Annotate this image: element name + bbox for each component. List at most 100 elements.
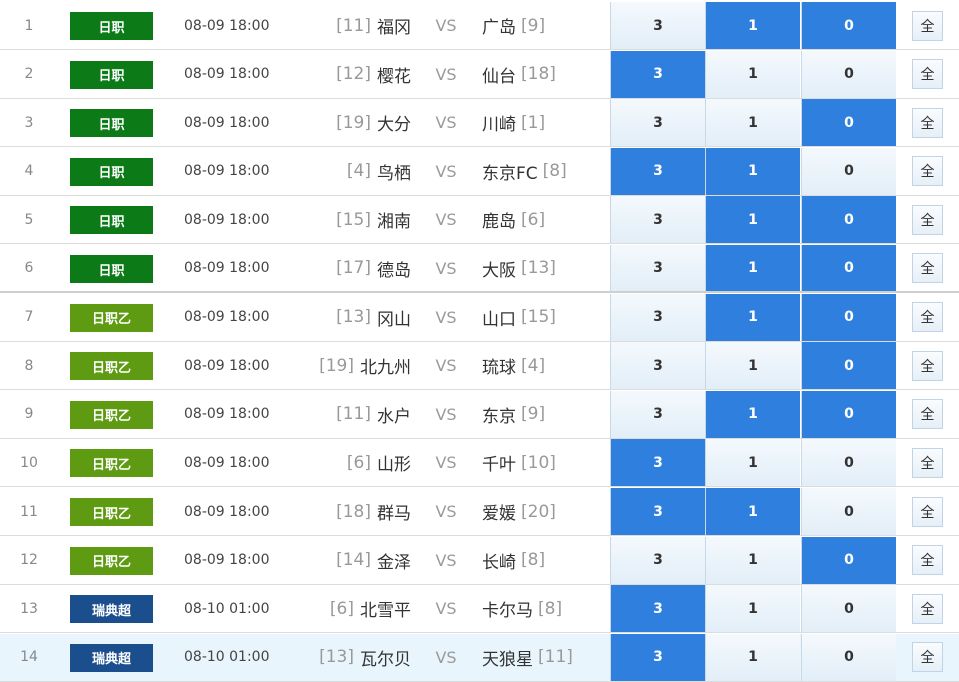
league-badge[interactable]: 日职 <box>70 255 153 283</box>
league-badge[interactable]: 日职乙 <box>70 303 153 332</box>
match-row: 10 日职乙 08-09 18:00 [6] 山形 VS 千叶 [10] 3 1… <box>0 439 959 488</box>
away-team[interactable]: 爱媛 [20] <box>482 488 602 535</box>
home-team[interactable]: [13] 冈山 <box>300 294 411 341</box>
select-all-button[interactable]: 全 <box>912 253 943 283</box>
odds-lose-button[interactable]: 0 <box>801 99 896 147</box>
odds-lose-button[interactable]: 0 <box>801 390 896 438</box>
select-all-cell: 全 <box>896 439 959 486</box>
odds-lose-button[interactable]: 0 <box>801 439 896 487</box>
away-team[interactable]: 大阪 [13] <box>482 245 602 291</box>
league-badge[interactable]: 日职 <box>70 157 153 186</box>
league-badge[interactable]: 日职 <box>70 12 153 40</box>
away-team[interactable]: 广岛 [9] <box>482 2 602 49</box>
select-all-button[interactable]: 全 <box>912 204 943 235</box>
select-all-button[interactable]: 全 <box>912 545 943 576</box>
away-team[interactable]: 仙台 [18] <box>482 51 602 98</box>
away-team[interactable]: 长崎 [8] <box>482 537 602 584</box>
home-team[interactable]: [19] 北九州 <box>300 342 411 389</box>
odds-draw-button[interactable]: 1 <box>705 245 800 291</box>
odds-lose-button[interactable]: 0 <box>801 585 896 633</box>
league-badge[interactable]: 日职乙 <box>70 498 153 526</box>
odds-draw-button[interactable]: 1 <box>705 488 800 535</box>
away-team[interactable]: 鹿岛 [6] <box>482 196 602 243</box>
away-team[interactable]: 千叶 [10] <box>482 439 602 486</box>
odds-draw-button[interactable]: 1 <box>705 293 800 341</box>
away-team[interactable]: 东京FC [8] <box>482 148 602 195</box>
home-team[interactable]: [19] 大分 <box>300 99 411 146</box>
home-team[interactable]: [4] 鸟栖 <box>300 148 411 195</box>
league-badge[interactable]: 瑞典超 <box>70 643 153 672</box>
home-team[interactable]: [6] 北雪平 <box>300 585 411 632</box>
home-team[interactable]: [14] 金泽 <box>300 537 411 584</box>
odds-draw-button[interactable]: 1 <box>705 342 800 390</box>
select-all-button[interactable]: 全 <box>912 642 943 673</box>
odds-win-button[interactable]: 3 <box>610 293 705 341</box>
home-team[interactable]: [12] 樱花 <box>300 51 411 98</box>
odds-win-button[interactable]: 3 <box>610 439 705 487</box>
odds-draw-button[interactable]: 1 <box>705 390 800 438</box>
select-all-button[interactable]: 全 <box>912 107 943 138</box>
select-all-button[interactable]: 全 <box>912 399 943 430</box>
odds-lose-button[interactable]: 0 <box>801 196 896 244</box>
select-all-button[interactable]: 全 <box>912 10 943 41</box>
select-all-button[interactable]: 全 <box>912 156 943 187</box>
home-team[interactable]: [15] 湘南 <box>300 196 411 243</box>
odds-draw-button[interactable]: 1 <box>705 99 800 147</box>
select-all-button[interactable]: 全 <box>912 593 943 624</box>
odds-lose-button[interactable]: 0 <box>801 2 896 49</box>
select-all-button[interactable]: 全 <box>912 350 943 381</box>
odds-draw-button[interactable]: 1 <box>705 633 800 681</box>
odds-win-button[interactable]: 3 <box>610 633 705 681</box>
odds-win-button[interactable]: 3 <box>610 147 705 195</box>
away-team[interactable]: 东京 [9] <box>482 391 602 438</box>
league-badge[interactable]: 日职 <box>70 206 153 235</box>
odds-lose-button[interactable]: 0 <box>801 536 896 584</box>
odds-win-button[interactable]: 3 <box>610 2 705 49</box>
home-team[interactable]: [18] 群马 <box>300 488 411 535</box>
odds-lose-button[interactable]: 0 <box>801 293 896 341</box>
league-badge[interactable]: 日职 <box>70 60 153 89</box>
odds-win-button[interactable]: 3 <box>610 536 705 584</box>
odds-win-button[interactable]: 3 <box>610 196 705 244</box>
odds-win-button[interactable]: 3 <box>610 488 705 535</box>
league-badge[interactable]: 日职乙 <box>70 449 153 478</box>
league-badge[interactable]: 日职乙 <box>70 400 153 429</box>
odds-draw-button[interactable]: 1 <box>705 50 800 98</box>
odds-lose-button[interactable]: 0 <box>801 147 896 195</box>
home-team[interactable]: [11] 水户 <box>300 391 411 438</box>
league-badge[interactable]: 日职乙 <box>70 546 153 575</box>
odds-lose-button[interactable]: 0 <box>801 50 896 98</box>
away-team[interactable]: 琉球 [4] <box>482 342 602 389</box>
league-badge[interactable]: 日职 <box>70 109 153 138</box>
select-all-button[interactable]: 全 <box>912 447 943 478</box>
odds-lose-button[interactable]: 0 <box>801 633 896 681</box>
away-team[interactable]: 卡尔马 [8] <box>482 585 602 632</box>
odds-win-button[interactable]: 3 <box>610 390 705 438</box>
away-team[interactable]: 川崎 [1] <box>482 99 602 146</box>
league-badge[interactable]: 瑞典超 <box>70 595 153 624</box>
odds-win-button[interactable]: 3 <box>610 342 705 390</box>
select-all-button[interactable]: 全 <box>912 59 943 90</box>
select-all-button[interactable]: 全 <box>912 302 943 333</box>
select-all-button[interactable]: 全 <box>912 496 943 527</box>
odds-draw-button[interactable]: 1 <box>705 536 800 584</box>
odds-draw-button[interactable]: 1 <box>705 147 800 195</box>
odds-win-button[interactable]: 3 <box>610 50 705 98</box>
odds-draw-button[interactable]: 1 <box>705 2 800 49</box>
league-badge[interactable]: 日职乙 <box>70 352 153 381</box>
odds-lose-button[interactable]: 0 <box>801 342 896 390</box>
odds-lose-button[interactable]: 0 <box>801 245 896 291</box>
away-team[interactable]: 天狼星 [11] <box>482 634 602 681</box>
home-team[interactable]: [13] 瓦尔贝 <box>300 634 411 681</box>
home-team[interactable]: [17] 德岛 <box>300 245 411 291</box>
odds-draw-button[interactable]: 1 <box>705 585 800 633</box>
odds-win-button[interactable]: 3 <box>610 585 705 633</box>
odds-win-button[interactable]: 3 <box>610 245 705 291</box>
odds-draw-button[interactable]: 1 <box>705 196 800 244</box>
home-team[interactable]: [6] 山形 <box>300 439 411 486</box>
odds-lose-button[interactable]: 0 <box>801 488 896 535</box>
odds-draw-button[interactable]: 1 <box>705 439 800 487</box>
away-team[interactable]: 山口 [15] <box>482 294 602 341</box>
odds-win-button[interactable]: 3 <box>610 99 705 147</box>
home-team[interactable]: [11] 福冈 <box>300 2 411 49</box>
